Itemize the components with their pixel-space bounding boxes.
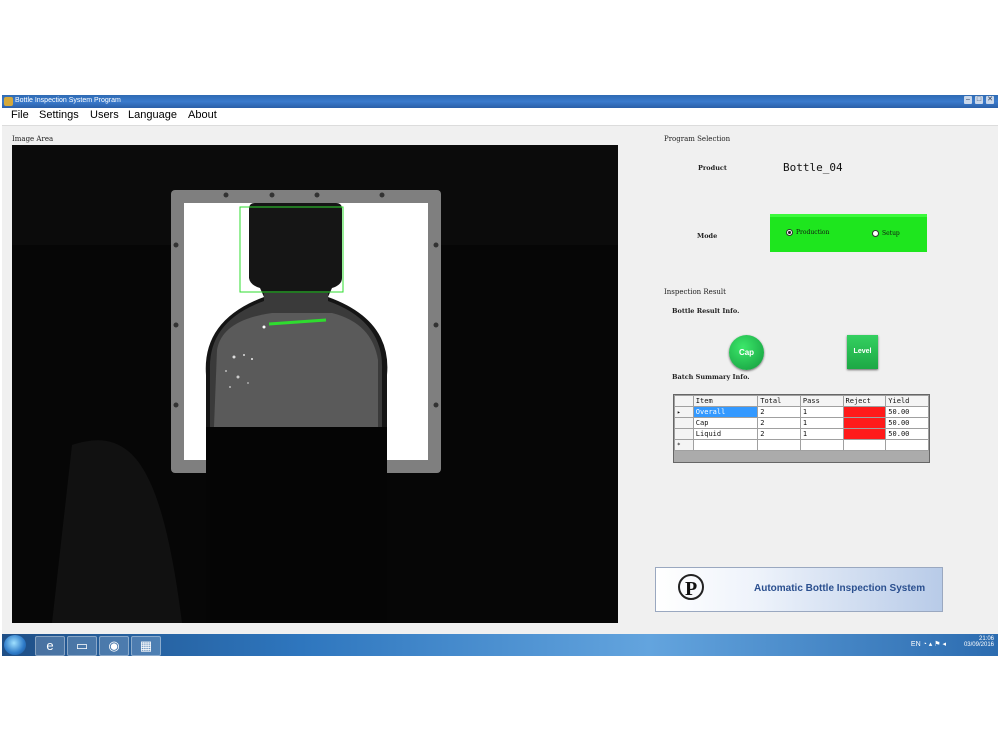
radio-setup-label: Setup (882, 230, 900, 237)
new-row[interactable]: * (674, 439, 929, 451)
level-result-indicator[interactable]: Level (847, 335, 878, 369)
menu-bar: File Settings Users Language About (2, 108, 998, 126)
table-row[interactable]: Cap 2 1 50.00 (674, 417, 929, 429)
app-icon (4, 97, 13, 106)
product-label: Product (698, 164, 727, 172)
camera-image (12, 145, 618, 623)
title-bar: Bottle Inspection System Program – □ ✕ (2, 95, 998, 108)
product-value[interactable]: Bottle_04 (783, 161, 843, 174)
mode-selector: Production Setup (770, 214, 927, 252)
col-pass[interactable]: Pass (799, 395, 844, 407)
current-row-marker: ▸ (674, 406, 694, 418)
col-reject[interactable]: Reject (842, 395, 887, 407)
app-icon[interactable]: ▦ (131, 636, 161, 656)
cell-empty[interactable] (757, 439, 801, 451)
menu-about[interactable]: About (188, 109, 217, 121)
col-item[interactable]: Item (692, 395, 759, 407)
radio-production[interactable]: Production (786, 229, 829, 236)
network-icon[interactable]: ▴ (929, 641, 933, 648)
app-window: Bottle Inspection System Program – □ ✕ F… (2, 95, 998, 656)
cell-total[interactable]: 2 (757, 417, 801, 429)
table-row[interactable]: ▸ Overall 2 1 50.00 (674, 406, 929, 418)
media-icon[interactable]: ◉ (99, 636, 129, 656)
brand-banner: P Automatic Bottle Inspection System (655, 567, 943, 612)
cell-total[interactable]: 2 (757, 428, 801, 440)
new-row-marker: * (674, 439, 694, 451)
cell-yield[interactable]: 50.00 (885, 428, 929, 440)
col-yield[interactable]: Yield (885, 395, 929, 407)
radio-unchecked-icon (872, 230, 879, 237)
row-header-corner (674, 395, 694, 407)
tray-icons[interactable]: EN ◔ ▴ ⚑ ◂ (911, 640, 946, 648)
cell-reject[interactable] (842, 428, 887, 440)
mode-label: Mode (697, 232, 718, 240)
menu-users[interactable]: Users (90, 109, 119, 121)
radio-checked-icon (786, 229, 793, 236)
cell-yield[interactable]: 50.00 (885, 406, 929, 418)
cell-pass[interactable]: 1 (799, 428, 844, 440)
batch-summary-label: Batch Summary Info. (672, 373, 750, 381)
folder-icon[interactable]: ▭ (67, 636, 97, 656)
language-indicator[interactable]: EN (911, 641, 921, 648)
table-row[interactable]: Liquid 2 1 50.00 (674, 428, 929, 440)
cap-result-indicator[interactable]: Cap (729, 335, 764, 370)
banner-title: Automatic Bottle Inspection System (754, 583, 926, 594)
bottle-result-label: Bottle Result Info. (672, 307, 740, 315)
cell-empty[interactable] (842, 439, 887, 451)
clock[interactable]: 21:06 03/09/2016 (964, 636, 994, 648)
inspection-result-label: Inspection Result (664, 288, 726, 296)
grid-header-row: Item Total Pass Reject Yield (674, 395, 929, 407)
program-selection-label: Program Selection (664, 135, 731, 143)
cell-pass[interactable]: 1 (799, 417, 844, 429)
logo-letter: P (685, 578, 697, 600)
radio-setup[interactable]: Setup (872, 230, 900, 237)
cell-pass[interactable]: 1 (799, 406, 844, 418)
image-area-label: Image Area (12, 135, 54, 143)
start-orb-icon[interactable] (4, 635, 26, 655)
cell-reject[interactable] (842, 417, 887, 429)
maximize-button[interactable]: □ (975, 96, 983, 104)
cell-empty[interactable] (885, 439, 929, 451)
cell-total[interactable]: 2 (757, 406, 801, 418)
radio-production-label: Production (796, 229, 830, 236)
cell-yield[interactable]: 50.00 (885, 417, 929, 429)
row-header (674, 428, 694, 440)
menu-file[interactable]: File (11, 109, 29, 121)
flag-icon[interactable]: ⚑ (934, 641, 940, 648)
minimize-button[interactable]: – (964, 96, 972, 104)
menu-settings[interactable]: Settings (39, 109, 79, 121)
cell-empty[interactable] (799, 439, 844, 451)
cell-empty[interactable] (692, 439, 759, 451)
menu-language[interactable]: Language (128, 109, 177, 121)
close-button[interactable]: ✕ (986, 96, 994, 104)
company-logo-icon: P (678, 574, 704, 600)
clock-date: 03/09/2016 (963, 642, 994, 648)
row-header (674, 417, 694, 429)
cell-item[interactable]: Overall (692, 406, 759, 418)
cell-item[interactable]: Liquid (692, 428, 759, 440)
col-total[interactable]: Total (757, 395, 801, 407)
batch-summary-grid[interactable]: Item Total Pass Reject Yield ▸ Overall 2… (673, 394, 930, 463)
taskbar: e ▭ ◉ ▦ EN ◔ ▴ ⚑ ◂ 21:06 03/09/2016 (2, 634, 998, 656)
window-title: Bottle Inspection System Program (15, 97, 121, 104)
cell-reject[interactable] (842, 406, 887, 418)
ie-icon[interactable]: e (35, 636, 65, 656)
volume-icon[interactable]: ◂ (942, 641, 946, 648)
cell-item[interactable]: Cap (692, 417, 759, 429)
help-icon[interactable]: ◔ (923, 641, 927, 648)
